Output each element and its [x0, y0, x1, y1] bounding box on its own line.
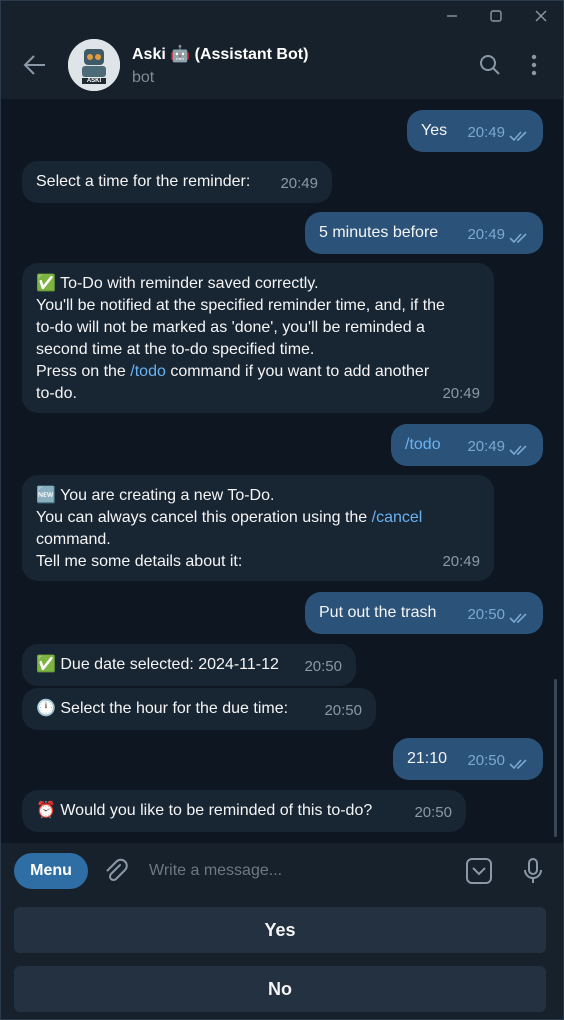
message-text: Yes: [421, 122, 448, 139]
message-line: 🆕 You are creating a new To-Do.: [36, 487, 275, 504]
message-line: Press on the /todo command if you want t…: [36, 361, 480, 383]
message-incoming[interactable]: ⏰ Would you like to be reminded of this …: [22, 790, 466, 832]
message-incoming[interactable]: ✅ Due date selected: 2024-11-12 20:50: [22, 644, 356, 686]
cancel-command-link[interactable]: /cancel: [372, 509, 423, 526]
back-button[interactable]: [21, 51, 49, 79]
chat-scrollbar[interactable]: [554, 679, 557, 837]
message-incoming[interactable]: ✅ To-Do with reminder saved correctly. Y…: [22, 263, 494, 413]
message-text: ✅ Due date selected: 2024-11-12: [36, 656, 279, 673]
message-time: 20:50: [414, 804, 452, 821]
message-line: second time at the to-do specified time.: [36, 341, 315, 358]
attach-icon: [106, 858, 128, 882]
message-text: command if you want to add another: [170, 363, 430, 380]
maximize-button[interactable]: [473, 1, 519, 31]
message-time: 20:49: [467, 124, 505, 141]
chat-status: bot: [132, 69, 155, 86]
bot-keyboard: Yes No: [1, 899, 563, 1019]
close-icon: [535, 10, 547, 22]
message-line: You'll be notified at the specified remi…: [36, 297, 445, 314]
message-line: ✅ To-Do with reminder saved correctly.: [36, 275, 319, 292]
message-time: 20:50: [324, 702, 362, 719]
attach-button[interactable]: [101, 856, 131, 886]
message-incoming[interactable]: 🆕 You are creating a new To-Do. You can …: [22, 475, 494, 581]
message-list[interactable]: Yes 20:49 Select a time for the reminder…: [1, 99, 563, 843]
message-input[interactable]: [149, 859, 449, 883]
message-time: 20:49: [442, 553, 480, 570]
message-line: Tell me some details about it:: [36, 553, 243, 570]
avatar[interactable]: ASKI: [68, 39, 120, 91]
maximize-icon: [490, 10, 502, 22]
voice-message-button[interactable]: [518, 856, 548, 886]
message-text: 5 minutes before: [319, 224, 439, 241]
title-bar: [1, 1, 563, 31]
minimize-icon: [447, 15, 457, 17]
microphone-icon: [524, 858, 542, 883]
message-time: 20:50: [304, 658, 342, 675]
todo-command-link[interactable]: /todo: [130, 363, 166, 380]
message-text: Put out the trash: [319, 604, 437, 621]
message-line: to-do will not be marked as 'done', you'…: [36, 319, 425, 336]
message-time: 20:50: [467, 752, 505, 769]
telegram-window: ASKI Aski 🤖 (Assistant Bot) bot Yes 20:4…: [0, 0, 564, 1020]
sticker-button[interactable]: [464, 856, 494, 886]
message-text: 21:10: [407, 750, 448, 767]
keyboard-button-yes[interactable]: Yes: [14, 907, 546, 953]
message-incoming[interactable]: 🕛 Select the hour for the due time: 20:5…: [22, 688, 376, 730]
chat-title[interactable]: Aski 🤖 (Assistant Bot): [132, 44, 308, 64]
minimize-button[interactable]: [429, 1, 475, 31]
message-text: Select a time for the reminder:: [36, 173, 251, 190]
message-time: 20:49: [467, 438, 505, 455]
double-check-icon: [509, 759, 527, 770]
search-icon: [480, 55, 500, 75]
message-text: Press on the: [36, 363, 126, 380]
close-button[interactable]: [518, 1, 563, 31]
back-arrow-icon: [23, 55, 45, 75]
message-text: You can always cancel this operation usi…: [36, 509, 368, 526]
double-check-icon: [509, 233, 527, 244]
message-time: 20:49: [280, 175, 318, 192]
avatar-label: ASKI: [86, 78, 102, 84]
message-line: command.: [36, 531, 111, 548]
message-line: to-do.: [36, 385, 77, 402]
chat-header: ASKI Aski 🤖 (Assistant Bot) bot: [1, 31, 563, 99]
bot-menu-button[interactable]: Menu: [14, 853, 88, 889]
message-text: 🕛 Select the hour for the due time:: [36, 700, 289, 717]
double-check-icon: [509, 613, 527, 624]
double-check-icon: [509, 131, 527, 142]
message-text: /todo: [405, 436, 441, 453]
message-time: 20:50: [467, 606, 505, 623]
message-incoming[interactable]: Select a time for the reminder: 20:49: [22, 161, 332, 203]
message-composer: Menu: [1, 843, 563, 899]
double-check-icon: [509, 445, 527, 456]
message-text: ⏰ Would you like to be reminded of this …: [36, 802, 373, 819]
message-outgoing[interactable]: /todo 20:49: [391, 424, 543, 466]
search-button[interactable]: [478, 53, 502, 77]
message-time: 20:49: [442, 385, 480, 402]
sticker-icon: [466, 858, 492, 884]
message-outgoing[interactable]: 5 minutes before 20:49: [305, 212, 543, 254]
message-line: You can always cancel this operation usi…: [36, 507, 480, 529]
more-vertical-icon: [531, 54, 537, 76]
keyboard-button-no[interactable]: No: [14, 966, 546, 1012]
message-outgoing[interactable]: Put out the trash 20:50: [305, 592, 543, 634]
more-options-button[interactable]: [522, 53, 546, 77]
message-time: 20:49: [467, 226, 505, 243]
message-outgoing[interactable]: Yes 20:49: [407, 110, 543, 152]
message-outgoing[interactable]: 21:10 20:50: [393, 738, 543, 780]
